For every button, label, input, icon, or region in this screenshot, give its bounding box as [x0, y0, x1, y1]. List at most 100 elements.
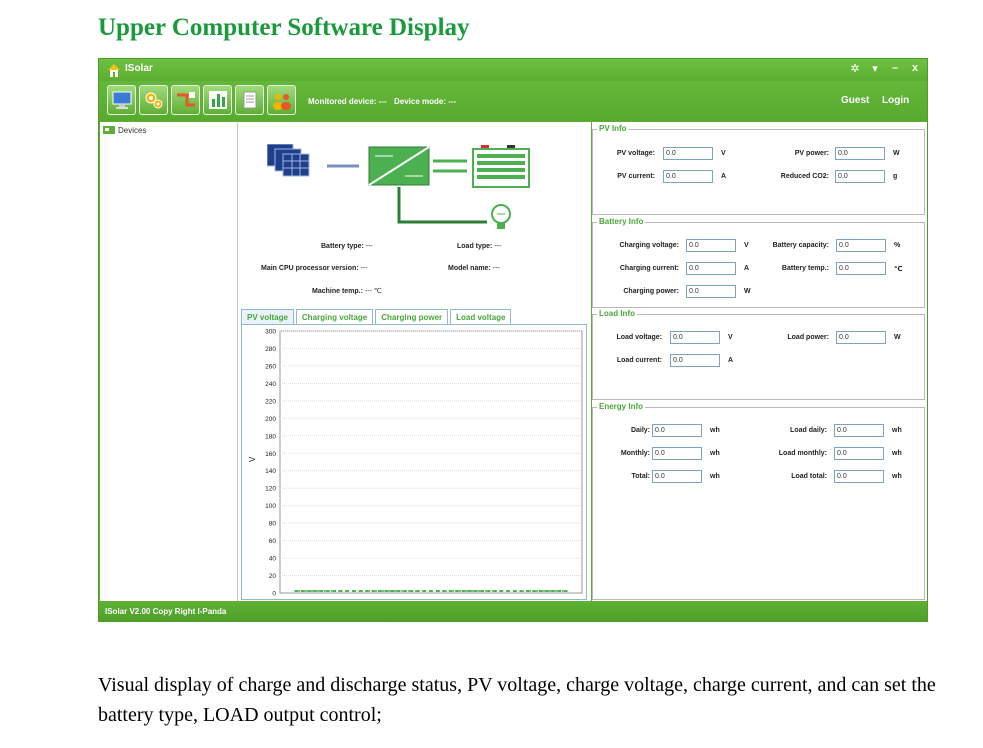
status-bar: ISolar V2.00 Copy Right I-Panda — [99, 602, 927, 622]
data-point — [468, 590, 472, 592]
model-name-field: Model name: --- — [448, 265, 500, 272]
load-current-unit: A — [728, 357, 734, 364]
wiring-button[interactable] — [171, 85, 200, 115]
reduced-co2-field[interactable] — [835, 170, 885, 183]
data-point — [423, 590, 427, 592]
data-point — [525, 590, 529, 592]
data-point — [416, 590, 420, 592]
tab-load-voltage[interactable]: Load voltage — [450, 309, 512, 324]
monitored-device-status: Monitored device: --- — [308, 97, 387, 106]
pv-current-field[interactable] — [663, 170, 713, 183]
y-tick-label: 100 — [265, 503, 276, 510]
y-tick-label: 200 — [265, 416, 276, 423]
data-point — [487, 590, 491, 592]
app-title: ISolar — [125, 63, 153, 74]
pv-voltage-field[interactable] — [663, 147, 713, 160]
tab-charging-voltage[interactable]: Charging voltage — [295, 309, 374, 324]
load-power-unit: W — [894, 334, 901, 341]
reduced-co2-label: Reduced CO2: — [780, 173, 829, 180]
title-bar: ISolar ✲ ▾ – x — [99, 59, 927, 81]
pv-power-field[interactable] — [835, 147, 885, 160]
battery-capacity-field[interactable] — [836, 239, 886, 252]
load-power-field[interactable] — [836, 331, 886, 344]
device-overview-pane: Battery type: --- Load type: --- Main CP… — [241, 122, 591, 601]
daily-field[interactable] — [652, 424, 702, 437]
monthly-unit: wh — [710, 450, 720, 457]
y-tick-label: 20 — [269, 573, 277, 580]
pv-info-title: PV Info — [597, 124, 629, 133]
data-point — [448, 590, 452, 592]
pin-icon[interactable]: ▾ — [869, 62, 881, 75]
charging-voltage-label: Charging voltage: — [619, 242, 679, 249]
tree-item-devices[interactable]: Devices — [103, 125, 146, 135]
login-link[interactable]: Login — [882, 95, 909, 106]
daily-label: Daily: — [630, 427, 650, 434]
document-icon — [243, 91, 256, 109]
data-point — [558, 590, 562, 592]
load-link — [397, 187, 487, 224]
controller-icon — [368, 146, 430, 186]
charging-power-field[interactable] — [686, 285, 736, 298]
y-tick-label: 300 — [265, 329, 276, 336]
charging-current-label: Charging current: — [619, 265, 679, 272]
house-logo-icon — [108, 64, 120, 77]
load-type-field: Load type: --- — [457, 243, 502, 250]
guest-link[interactable]: Guest — [841, 95, 869, 106]
device-mode-status: Device mode: --- — [394, 97, 457, 106]
gears-icon — [145, 92, 162, 109]
users-icon — [272, 94, 291, 110]
load-monthly-label: Load monthly: — [778, 450, 827, 457]
charging-current-unit: A — [744, 265, 750, 272]
load-total-field[interactable] — [834, 470, 884, 483]
total-unit: wh — [710, 473, 720, 480]
settings-button[interactable] — [139, 85, 168, 115]
document-heading: Upper Computer Software Display — [98, 14, 470, 41]
charging-power-label: Charging power: — [623, 288, 679, 295]
minimize-button[interactable]: – — [889, 62, 901, 75]
monitor-button[interactable] — [107, 85, 136, 115]
toolbar: Monitored device: --- Device mode: --- G… — [99, 81, 927, 121]
load-info-group: Load Info Load voltage: V Load power: W … — [592, 309, 925, 400]
total-label: Total: — [631, 473, 650, 480]
pv-power-unit: W — [893, 150, 900, 157]
pv-info-group: PV Info PV voltage: V PV power: W PV cur… — [592, 124, 925, 215]
data-point — [339, 590, 343, 592]
total-field[interactable] — [652, 470, 702, 483]
tab-pv-voltage[interactable]: PV voltage — [241, 309, 294, 324]
load-voltage-unit: V — [728, 334, 733, 341]
load-voltage-field[interactable] — [670, 331, 720, 344]
battery-type-field: Battery type: --- — [321, 243, 373, 250]
data-point — [313, 590, 317, 592]
charging-voltage-field[interactable] — [686, 239, 736, 252]
charging-current-field[interactable] — [686, 262, 736, 275]
energy-info-title: Energy Info — [597, 402, 646, 411]
tab-charging-power[interactable]: Charging power — [375, 309, 449, 324]
load-current-label: Load current: — [616, 357, 662, 364]
settings-icon[interactable]: ✲ — [849, 62, 861, 75]
data-point — [390, 590, 394, 592]
monthly-field[interactable] — [652, 447, 702, 460]
load-monthly-field[interactable] — [834, 447, 884, 460]
data-point — [397, 590, 401, 592]
data-point — [333, 590, 337, 592]
data-point — [538, 590, 542, 592]
load-daily-field[interactable] — [834, 424, 884, 437]
battery-temp-field[interactable] — [836, 262, 886, 275]
chart-button[interactable] — [203, 85, 232, 115]
load-current-field[interactable] — [670, 354, 720, 367]
data-point — [326, 590, 330, 592]
data-point — [455, 590, 459, 592]
isolar-window: ISolar ✲ ▾ – x Monitored device: --- Dev… — [98, 58, 928, 622]
data-point — [384, 590, 388, 592]
document-button[interactable] — [235, 85, 264, 115]
close-button[interactable]: x — [909, 62, 921, 75]
users-button[interactable] — [267, 85, 296, 115]
light-bulb-icon — [491, 204, 511, 229]
load-monthly-unit: wh — [892, 450, 902, 457]
monitor-icon — [112, 91, 131, 109]
data-point — [506, 590, 510, 592]
y-tick-label: 260 — [265, 363, 276, 370]
machine-temp-field: Machine temp.: --- ℃ — [312, 288, 382, 295]
pv-current-unit: A — [721, 173, 727, 180]
data-point — [378, 590, 382, 592]
